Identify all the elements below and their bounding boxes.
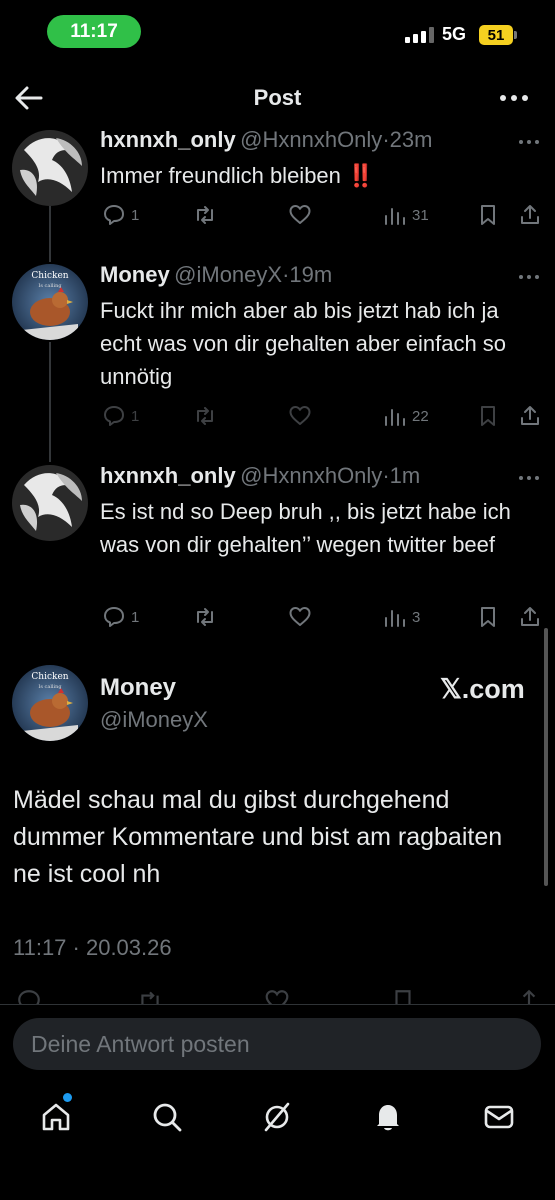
signal-icon [405, 27, 434, 43]
messages-icon[interactable] [483, 1101, 515, 1133]
bookmark-icon [481, 205, 495, 225]
battery-indicator: 51 [479, 25, 513, 45]
avatar[interactable]: Chicken Is calling [12, 264, 88, 340]
reply-header: hxnnxh_only @HxnnxhOnly·1m [100, 463, 420, 489]
scrollbar[interactable] [544, 628, 548, 886]
post-text: Mädel schau mal du gibst durchgehend dum… [13, 786, 503, 888]
avatar[interactable] [12, 465, 88, 541]
author-handle[interactable]: @iMoneyX [174, 262, 282, 287]
reply-icon [104, 607, 124, 627]
author-name[interactable]: hxnnxh_only [100, 127, 236, 152]
main-post-actions [0, 986, 555, 1004]
avatar[interactable]: Chicken Is calling [12, 665, 88, 741]
views-button[interactable]: 31 [383, 202, 429, 228]
like-button[interactable] [288, 202, 312, 228]
reply-input[interactable]: Deine Antwort posten [13, 1018, 541, 1070]
bookmark-button[interactable] [476, 403, 500, 429]
network-label: 5G [442, 24, 467, 44]
author-handle[interactable]: @HxnnxhOnly [240, 463, 382, 488]
separator: · [382, 463, 390, 488]
repost-button[interactable] [193, 403, 217, 429]
reply-icon [104, 205, 124, 225]
more-icon[interactable] [517, 137, 541, 147]
reply-button[interactable]: 1 [102, 403, 139, 429]
share-button[interactable] [518, 403, 542, 429]
avatar-subcaption: Is calling [38, 684, 62, 690]
reply-count: 1 [131, 608, 140, 626]
repost-icon [197, 407, 213, 425]
like-icon[interactable] [264, 988, 290, 1004]
reply-icon [104, 406, 124, 426]
reply-count: 1 [131, 407, 140, 425]
share-button[interactable] [518, 604, 542, 630]
views-count: 31 [412, 206, 429, 224]
post-time: 1m [389, 463, 421, 488]
reply-button[interactable]: 1 [102, 202, 139, 228]
reply-count: 1 [131, 206, 140, 224]
bookmark-icon [481, 406, 495, 426]
post-time: 19m [289, 262, 333, 287]
notifications-icon[interactable] [372, 1101, 404, 1133]
share-button[interactable] [518, 202, 542, 228]
author-name[interactable]: Money [100, 262, 170, 287]
bookmark-button[interactable] [476, 604, 500, 630]
search-icon[interactable] [151, 1101, 183, 1133]
views-button[interactable]: 3 [383, 604, 420, 630]
post-time: 23m [389, 127, 433, 152]
grok-icon[interactable] [261, 1101, 293, 1133]
share-icon [521, 406, 539, 425]
author-name[interactable]: Money [100, 674, 176, 702]
views-icon [385, 409, 405, 426]
divider [0, 1004, 555, 1005]
share-icon [521, 607, 539, 626]
more-icon[interactable] [517, 272, 541, 282]
repost-icon [197, 608, 213, 626]
views-icon [385, 208, 405, 225]
reply-text: Immer freundlich bleiben ‼️ [100, 163, 375, 188]
repost-button[interactable] [193, 604, 217, 630]
avatar-caption: Chicken [31, 271, 69, 281]
reply-header: Money @iMoneyX·19m [100, 262, 332, 288]
reply-text: Fuckt ihr mich aber ab bis jetzt hab ich… [100, 298, 507, 389]
battery-tip [514, 31, 517, 39]
like-icon [289, 205, 311, 224]
avatar[interactable] [12, 130, 88, 206]
reply-text: Es ist nd so Deep bruh ,, bis jetzt habe… [100, 499, 511, 557]
author-handle[interactable]: @HxnnxhOnly [240, 127, 382, 152]
repost-icon[interactable] [137, 988, 163, 1004]
like-button[interactable] [288, 604, 312, 630]
home-icon[interactable] [40, 1101, 72, 1133]
share-icon [521, 205, 539, 224]
repost-icon [197, 206, 213, 224]
views-count: 3 [412, 608, 421, 626]
source-label: 𝕏.com [440, 674, 525, 704]
avatar-caption: Chicken [31, 672, 69, 682]
author-handle[interactable]: @iMoneyX [100, 707, 208, 733]
post-timestamp: 11:17 · 20.03.26 [13, 935, 172, 960]
views-button[interactable]: 22 [383, 403, 429, 429]
status-time: 11:17 [47, 15, 141, 48]
views-icon [385, 610, 405, 627]
like-icon [289, 406, 311, 425]
bookmark-icon [481, 607, 495, 627]
repost-button[interactable] [193, 202, 217, 228]
reply-button[interactable]: 1 [102, 604, 139, 630]
author-name[interactable]: hxnnxh_only [100, 463, 236, 488]
thread-line [49, 206, 51, 262]
like-button[interactable] [288, 403, 312, 429]
more-icon[interactable] [498, 86, 530, 110]
page-title: Post [253, 85, 302, 110]
like-icon [289, 607, 311, 626]
bookmark-icon[interactable] [390, 988, 416, 1004]
reply-header: hxnnxh_only @HxnnxhOnly·23m [100, 127, 432, 153]
share-icon[interactable] [516, 988, 542, 1004]
views-count: 22 [412, 407, 429, 425]
bookmark-button[interactable] [476, 202, 500, 228]
notification-dot [63, 1093, 72, 1102]
more-icon[interactable] [517, 473, 541, 483]
thread-line [49, 342, 51, 462]
avatar-subcaption: Is calling [38, 283, 62, 289]
separator: · [382, 127, 390, 152]
reply-icon[interactable] [16, 988, 42, 1004]
